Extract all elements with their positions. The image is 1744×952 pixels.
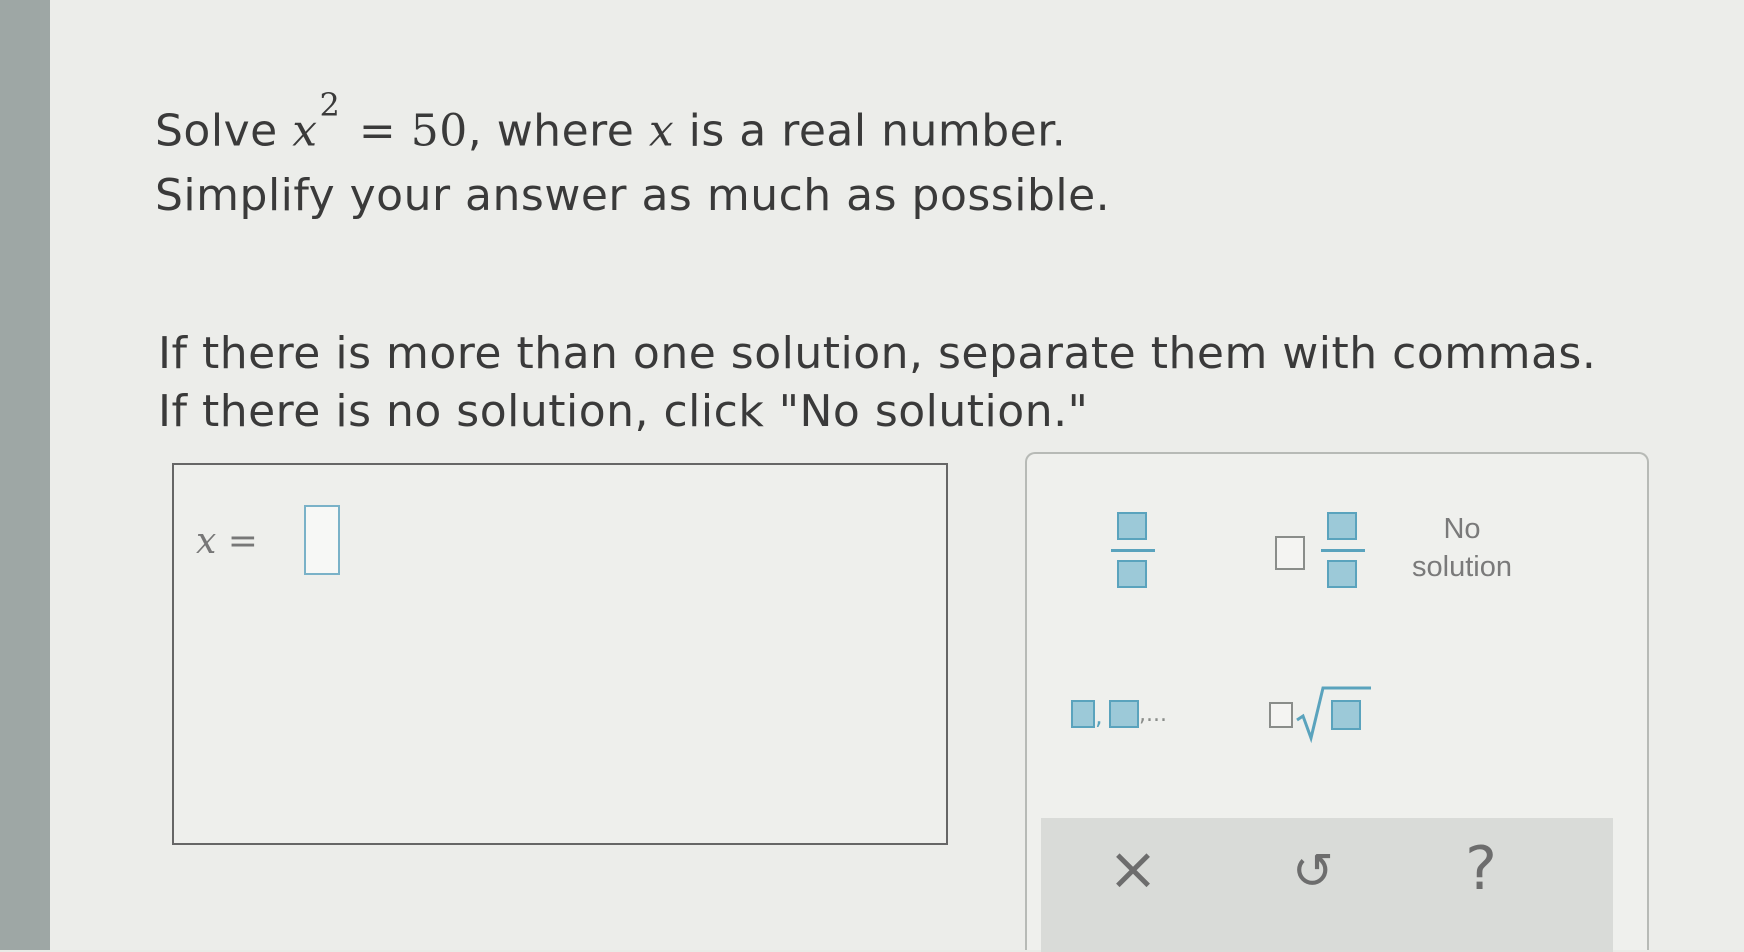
variable-x-2: x: [648, 105, 675, 157]
undo-icon: ↺: [1292, 842, 1334, 900]
no-solution-line2: solution: [1412, 551, 1512, 583]
no-solution-label: No solution: [1382, 510, 1542, 586]
left-edge-strip: [0, 0, 50, 950]
undo-button[interactable]: ↺: [1273, 842, 1353, 900]
root-coefficient-box-icon: [1269, 702, 1293, 728]
mixed-numerator-box-icon: [1327, 512, 1357, 540]
answer-label: x =: [196, 521, 258, 562]
problem-text-2: is a real number.: [688, 105, 1067, 157]
fraction-button[interactable]: [1109, 506, 1159, 596]
mixed-fraction-bar-icon: [1321, 549, 1365, 552]
mixed-denominator-box-icon: [1327, 560, 1357, 588]
whole-box-icon: [1275, 536, 1305, 570]
list-comma-icon: ,: [1095, 702, 1103, 730]
problem-statement: Solve x2 = 50, where x is a real number.: [155, 86, 1067, 157]
problem-text: , where: [467, 105, 635, 157]
answer-equals: =: [227, 521, 258, 562]
keypad-action-bar: × ↺ ?: [1041, 818, 1613, 952]
no-solution-line1: No: [1443, 513, 1481, 545]
answer-area: x =: [172, 463, 948, 845]
radicand-box-icon: [1331, 700, 1361, 730]
equation-rhs: = 50: [358, 105, 468, 157]
help-icon: ?: [1465, 834, 1497, 904]
instruction-no-solution: If there is no solution, click "No solut…: [158, 386, 1089, 437]
list-button[interactable]: , ,...: [1071, 692, 1201, 748]
exponent: 2: [319, 86, 341, 124]
close-icon: ×: [1107, 834, 1159, 904]
no-solution-button[interactable]: No solution: [1382, 510, 1542, 590]
help-button[interactable]: ?: [1441, 834, 1521, 904]
simplify-instruction: Simplify your answer as much as possible…: [155, 170, 1111, 221]
instruction-multiple-solutions: If there is more than one solution, sepa…: [158, 328, 1597, 379]
fraction-bar-icon: [1111, 549, 1155, 552]
mixed-number-button[interactable]: [1275, 506, 1375, 596]
nth-root-button[interactable]: [1267, 676, 1377, 748]
solve-word: Solve: [155, 105, 278, 157]
answer-variable: x: [196, 521, 217, 562]
clear-button[interactable]: ×: [1093, 834, 1173, 904]
denominator-box-icon: [1117, 560, 1147, 588]
list-box-2-icon: [1109, 700, 1139, 728]
variable-x: x: [292, 105, 318, 157]
answer-input[interactable]: [304, 505, 340, 575]
list-box-1-icon: [1071, 700, 1095, 728]
numerator-box-icon: [1117, 512, 1147, 540]
list-ellipsis-icon: ,...: [1139, 702, 1167, 727]
math-keypad: No solution , ,... × ↺ ?: [1025, 452, 1649, 952]
